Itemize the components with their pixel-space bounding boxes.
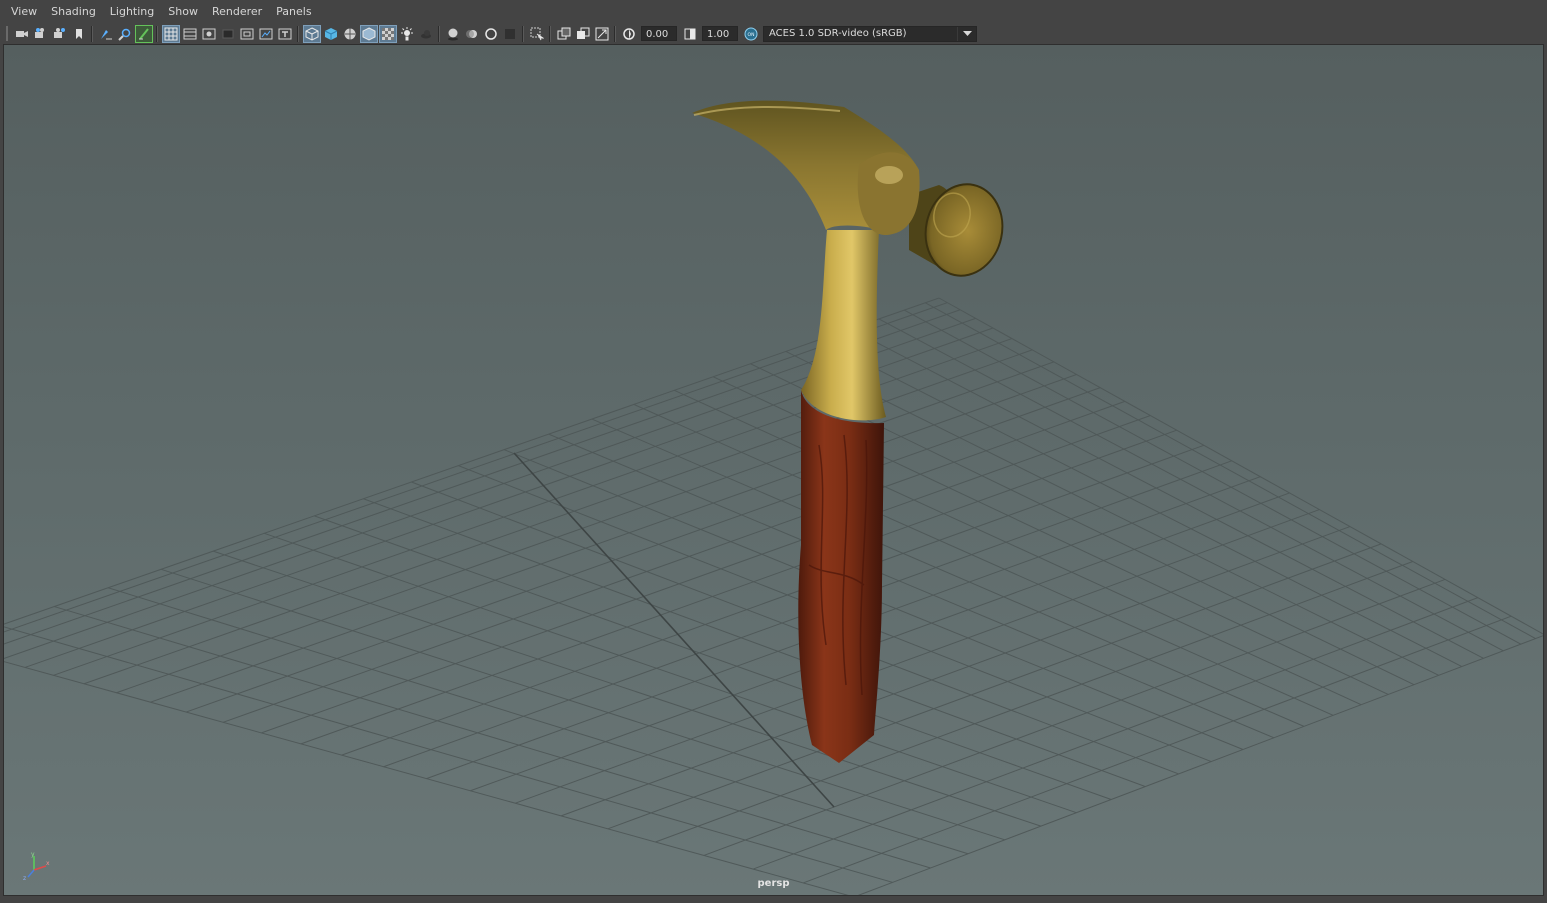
axis-orientation-gizmo: y x z: [22, 850, 52, 882]
axis-label-y: y: [31, 851, 35, 858]
grid-line: [785, 350, 1439, 676]
toolbar-separator: [156, 25, 158, 42]
panel-toolbar: 0.00 1.00 ON ACES 1.0 SDR-video (sRGB): [0, 23, 1547, 44]
grid-line: [4, 626, 893, 883]
grid-line: [116, 361, 1055, 694]
gate-mask-icon[interactable]: [220, 26, 236, 42]
toolbar-separator: [91, 25, 93, 42]
3d-viewport[interactable]: y x z persp: [3, 44, 1544, 896]
grid-line: [819, 339, 1463, 667]
grid-line: [363, 498, 1146, 788]
isolate-select-icon[interactable]: [529, 26, 545, 42]
grid-line: [83, 349, 1033, 685]
safe-action-icon[interactable]: [258, 26, 274, 42]
wireframe-icon[interactable]: [302, 24, 321, 43]
menu-shading[interactable]: Shading: [40, 5, 96, 18]
select-camera-icon[interactable]: [14, 26, 30, 42]
grid-axis-x: [513, 452, 835, 808]
menu-show[interactable]: Show: [157, 5, 198, 18]
toolbar-separator: [297, 25, 299, 42]
toolbar-separator: [438, 25, 440, 42]
exposure-field[interactable]: 0.00: [641, 26, 677, 41]
grid-line: [548, 433, 1275, 739]
axis-label-x: x: [46, 860, 50, 867]
image-plane-icon[interactable]: [71, 26, 87, 42]
grid-line: [938, 297, 1543, 635]
colorspace-dropdown[interactable]: ACES 1.0 SDR-video (sRGB): [763, 25, 977, 42]
grid-line: [560, 526, 1351, 817]
grid-line: [878, 318, 1504, 652]
viewport-menu-bar: View Shading Lighting Show Renderer Pane…: [0, 0, 1547, 23]
ground-grid: [4, 297, 1543, 895]
grid-line: [850, 328, 1484, 659]
head-specular: [875, 166, 903, 184]
menu-panels[interactable]: Panels: [265, 5, 311, 18]
gamma-icon[interactable]: [682, 26, 698, 42]
resolution-gate-icon[interactable]: [201, 26, 217, 42]
wireframe-on-shaded-icon[interactable]: [342, 26, 358, 42]
depth-of-field-icon[interactable]: [502, 26, 518, 42]
menu-lighting[interactable]: Lighting: [99, 5, 154, 18]
xray-icon[interactable]: [359, 24, 378, 43]
screen-space-ao-icon[interactable]: [445, 26, 461, 42]
xray-joints-icon[interactable]: [378, 24, 397, 43]
camera-name-label: persp: [757, 878, 790, 889]
film-gate-icon[interactable]: [182, 26, 198, 42]
colorspace-icon[interactable]: ON: [743, 26, 759, 42]
grid-line: [607, 543, 1382, 830]
2d-pan-zoom-icon[interactable]: [117, 26, 133, 42]
multisample-aa-icon[interactable]: [483, 26, 499, 42]
gamma-field[interactable]: 1.00: [702, 26, 738, 41]
texture-icon[interactable]: [594, 26, 610, 42]
shadows-icon[interactable]: [418, 26, 434, 42]
hammer-handle: [798, 390, 884, 763]
toolbar-grip[interactable]: [6, 26, 8, 41]
panel-bottom-edge: [0, 896, 1547, 903]
paint-grease-icon[interactable]: [134, 24, 153, 43]
backface-cull-icon[interactable]: [575, 26, 591, 42]
xray-active-icon[interactable]: [556, 26, 572, 42]
grid-line: [925, 302, 1536, 640]
colorspace-badge: ON: [747, 32, 754, 38]
use-all-lights-icon[interactable]: [399, 26, 415, 42]
safe-title-icon[interactable]: [277, 26, 293, 42]
colorspace-value: ACES 1.0 SDR-video (sRGB): [769, 28, 907, 39]
smooth-shade-icon[interactable]: [323, 26, 339, 42]
toolbar-separator: [549, 25, 551, 42]
grid-line: [655, 561, 1413, 843]
grid-line: [515, 509, 1320, 804]
menu-view[interactable]: View: [0, 5, 37, 18]
toolbar-separator: [522, 25, 524, 42]
viewport-scene: [4, 100, 1543, 895]
grid-line: [212, 550, 1042, 827]
bookmarks-icon[interactable]: [52, 26, 68, 42]
grid-line: [4, 661, 849, 895]
exposure-icon[interactable]: [621, 26, 637, 42]
toolbar-separator: [614, 25, 616, 42]
hammer-neck: [801, 230, 886, 421]
camera-attributes-icon[interactable]: [33, 26, 49, 42]
grid-line: [633, 403, 1334, 716]
field-chart-icon[interactable]: [239, 26, 255, 42]
grease-pencil-icon[interactable]: [98, 26, 114, 42]
motion-blur-icon[interactable]: [464, 26, 480, 42]
grid-line: [857, 635, 1543, 895]
chevron-down-icon[interactable]: [957, 26, 976, 41]
menu-renderer[interactable]: Renderer: [201, 5, 262, 18]
grid-icon[interactable]: [161, 24, 180, 43]
